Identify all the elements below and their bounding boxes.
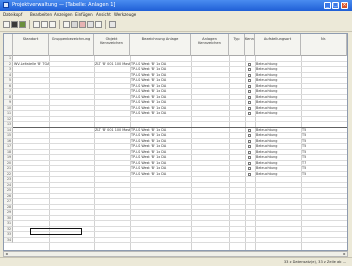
column-header-kennzeichen[interactable]: Anlagen Kennzeichen	[191, 34, 229, 56]
toolbar-separator	[59, 20, 60, 29]
row-checkbox[interactable]	[248, 73, 251, 77]
row-checkbox[interactable]	[248, 134, 251, 137]
sort-icon[interactable]	[63, 21, 70, 28]
column-header-bezeichnung[interactable]: Bezeichnung Anlage	[130, 34, 191, 56]
save-icon[interactable]	[11, 21, 18, 28]
insert-row-icon[interactable]	[87, 21, 94, 28]
row-checkbox[interactable]	[248, 106, 251, 110]
row-checkbox[interactable]	[248, 95, 251, 99]
status-bar: 33 z Datensatz(e), 33 z Zeile ab ...	[0, 257, 352, 266]
delete-row-icon[interactable]	[79, 21, 86, 28]
menu-item-bearbeiten[interactable]: Bearbeiten	[30, 11, 52, 19]
toolbar-separator	[105, 20, 106, 29]
row-checkbox[interactable]	[248, 167, 251, 170]
row-checkbox[interactable]	[248, 156, 251, 159]
column-header-nr[interactable]: Nr.	[301, 34, 347, 56]
row-checkbox[interactable]	[248, 145, 251, 148]
menu-bar: Dateikopf Bearbeiten Anzeigen Einfügen A…	[0, 11, 352, 19]
cell-standort[interactable]	[13, 238, 49, 244]
scroll-right-icon[interactable]: ▸	[342, 252, 347, 256]
column-header-gruppe[interactable]: Gruppenbezeichnung	[49, 34, 94, 56]
toolbar	[0, 19, 352, 32]
cell-typ[interactable]	[229, 238, 245, 244]
row-checkbox[interactable]	[248, 84, 251, 88]
row-checkbox[interactable]	[248, 68, 251, 71]
row-checkbox[interactable]	[248, 161, 251, 165]
row-checkbox[interactable]	[248, 79, 251, 82]
group-divider	[13, 126, 347, 128]
new-icon[interactable]	[3, 21, 10, 28]
scroll-left-icon[interactable]: ◂	[4, 252, 9, 256]
row-checkbox[interactable]	[248, 139, 251, 143]
column-header-aufstellungsort[interactable]: Aufstellungsort	[255, 34, 301, 56]
status-text: 33 z Datensatz(e), 33 z Zeile ab ...	[283, 260, 346, 264]
cell-nr[interactable]	[301, 238, 347, 244]
filter-icon[interactable]	[71, 21, 78, 28]
maximize-button[interactable]: □	[332, 2, 339, 9]
print-icon[interactable]	[19, 21, 26, 28]
copy-icon[interactable]	[41, 21, 48, 28]
row-checkbox[interactable]	[248, 150, 251, 154]
column-header-row: Standort Gruppenbezeichnung Objekt Kennz…	[4, 34, 347, 56]
minimize-button[interactable]: _	[324, 2, 331, 9]
paste-icon[interactable]	[49, 21, 56, 28]
app-icon	[3, 2, 9, 8]
row-checkbox[interactable]	[248, 128, 251, 132]
row-checkbox[interactable]	[248, 101, 251, 104]
menu-item-datei[interactable]: Dateikopf	[3, 11, 22, 19]
row-checkbox[interactable]	[248, 112, 251, 115]
cell-ort[interactable]	[255, 238, 301, 244]
menu-item-anzeigen[interactable]: Anzeigen	[54, 11, 72, 19]
data-grid[interactable]: Standort Gruppenbezeichnung Objekt Kennz…	[3, 33, 348, 251]
column-header-corner	[4, 34, 13, 56]
cell-kenn[interactable]	[191, 238, 229, 244]
window-title: Projektverwaltung — [Tabelle: Anlagen 1]	[12, 2, 116, 8]
cell-kennung[interactable]	[245, 238, 255, 244]
application-window: Projektverwaltung — [Tabelle: Anlagen 1]…	[0, 0, 352, 266]
column-header-objekt[interactable]: Objekt Kennzeichen	[94, 34, 130, 56]
active-cell-editor[interactable]	[30, 228, 82, 235]
table-row[interactable]	[13, 238, 347, 244]
cell-objekt[interactable]	[94, 238, 130, 244]
row-number[interactable]: 34	[4, 237, 13, 243]
menu-item-werkzeuge[interactable]: Werkzeuge	[114, 11, 136, 19]
column-header-standort[interactable]: Standort	[13, 34, 49, 56]
close-button[interactable]: ×	[341, 2, 348, 9]
row-checkbox[interactable]	[248, 172, 251, 176]
row-checkbox[interactable]	[248, 62, 251, 66]
find-icon[interactable]	[95, 21, 102, 28]
toolbar-separator	[29, 20, 30, 29]
row-checkbox[interactable]	[248, 90, 251, 93]
column-header-kennung[interactable]: Kennung	[245, 34, 255, 56]
cell-bez[interactable]	[130, 238, 191, 244]
menu-item-ansicht[interactable]: Ansicht	[96, 11, 111, 19]
cut-icon[interactable]	[33, 21, 40, 28]
column-header-typ[interactable]: Typ	[229, 34, 245, 56]
title-bar: Projektverwaltung — [Tabelle: Anlagen 1]…	[0, 0, 352, 11]
help-icon[interactable]	[109, 21, 116, 28]
cell-gruppe[interactable]	[49, 238, 94, 244]
menu-item-einfuegen[interactable]: Einfügen	[75, 11, 93, 19]
